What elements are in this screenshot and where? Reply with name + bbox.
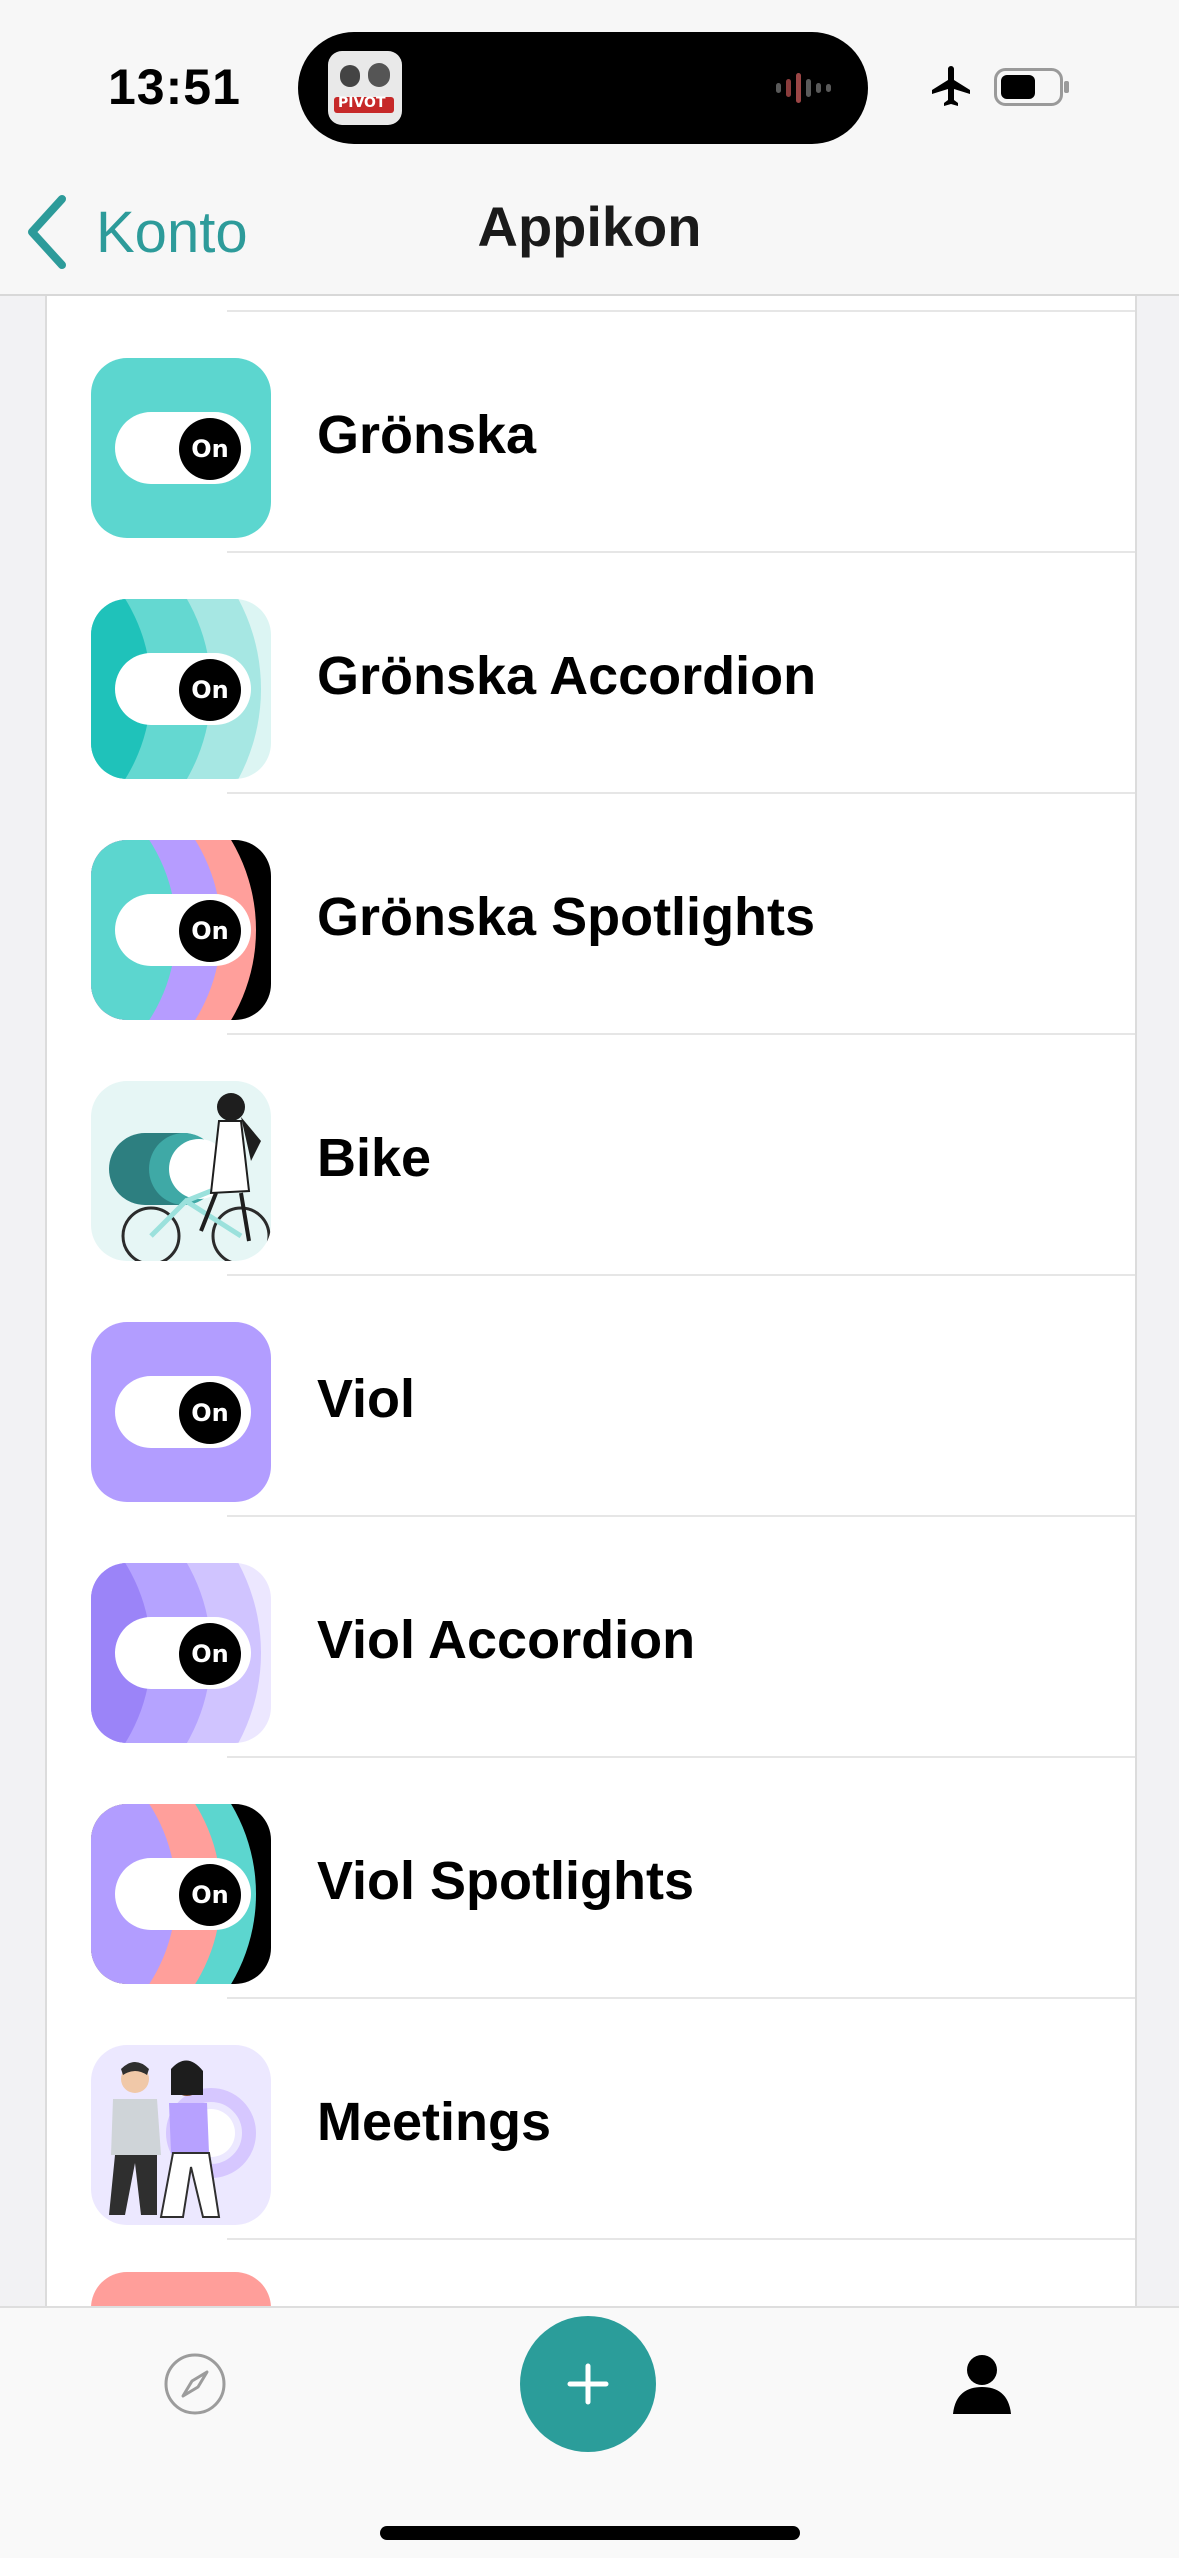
toggle-knob: On <box>179 418 241 480</box>
airplane-mode-icon <box>932 66 970 106</box>
app-icon-label: Meetings <box>317 2092 552 2152</box>
app-icon-list: On Grönska On Grönska Accordion On Grönska Sp… <box>45 296 1137 2306</box>
app-icon-preview: On <box>91 1804 271 1984</box>
back-chevron-icon <box>28 195 66 269</box>
dynamic-island[interactable]: PIVOT <box>298 32 868 144</box>
app-icon-row-meetings[interactable]: Meetings <box>47 1999 1135 2240</box>
app-icon-preview: On <box>91 358 271 538</box>
back-label: Konto <box>96 199 248 265</box>
audio-waveform-icon <box>776 72 838 104</box>
app-icon-row-gronska-accordion[interactable]: On Grönska Accordion <box>47 553 1135 794</box>
app-icon-preview: On <box>91 599 271 779</box>
compass-icon[interactable] <box>163 2352 227 2416</box>
app-icon-label: Grönska Accordion <box>317 646 817 706</box>
app-icon-label: Grönska Spotlights <box>317 887 816 947</box>
back-button[interactable]: Konto <box>24 182 248 282</box>
app-icon-row-bike[interactable]: Bike <box>47 1035 1135 1276</box>
app-icon-preview: On <box>91 1563 271 1743</box>
app-icon-preview <box>91 1081 271 1261</box>
app-icon-label: Viol <box>317 1369 416 1429</box>
toggle-knob: On <box>179 900 241 962</box>
app-icon-preview <box>91 2045 271 2225</box>
battery-icon <box>994 68 1069 106</box>
now-playing-artwork: PIVOT <box>328 51 402 125</box>
app-icon-label: Viol Accordion <box>317 1610 696 1670</box>
icon-artwork <box>91 2045 271 2225</box>
app-icon-label: Viol Spotlights <box>317 1851 694 1911</box>
app-icon-preview: On <box>91 1322 271 1502</box>
add-button[interactable] <box>520 2316 656 2452</box>
tab-bar <box>0 2306 1179 2558</box>
status-bar: 13:51 PIVOT <box>0 0 1179 170</box>
app-icon-partial[interactable] <box>91 2272 271 2306</box>
artwork-text: PIVOT <box>338 95 386 111</box>
toggle-knob: On <box>179 1864 241 1926</box>
home-indicator <box>380 2526 800 2540</box>
divider <box>227 2238 1135 2240</box>
toggle-knob: On <box>179 1382 241 1444</box>
app-icon-row-viol-accordion[interactable]: On Viol Accordion <box>47 1517 1135 1758</box>
app-icon-row-viol-spotlights[interactable]: On Viol Spotlights <box>47 1758 1135 1999</box>
profile-icon[interactable] <box>949 2350 1015 2416</box>
toggle-knob: On <box>179 659 241 721</box>
app-icon-row-gronska-spotlights[interactable]: On Grönska Spotlights <box>47 794 1135 1035</box>
app-icon-label: Grönska <box>317 405 537 465</box>
add-icon <box>567 2363 609 2405</box>
status-time: 13:51 <box>108 59 241 115</box>
app-icon-row-viol[interactable]: On Viol <box>47 1276 1135 1517</box>
icon-artwork <box>91 1081 271 1261</box>
navigation-bar: Appikon Konto <box>0 170 1179 296</box>
app-icon-row-gronska[interactable]: On Grönska <box>47 312 1135 553</box>
app-icon-preview: On <box>91 840 271 1020</box>
toggle-knob: On <box>179 1623 241 1685</box>
app-icon-label: Bike <box>317 1128 432 1188</box>
